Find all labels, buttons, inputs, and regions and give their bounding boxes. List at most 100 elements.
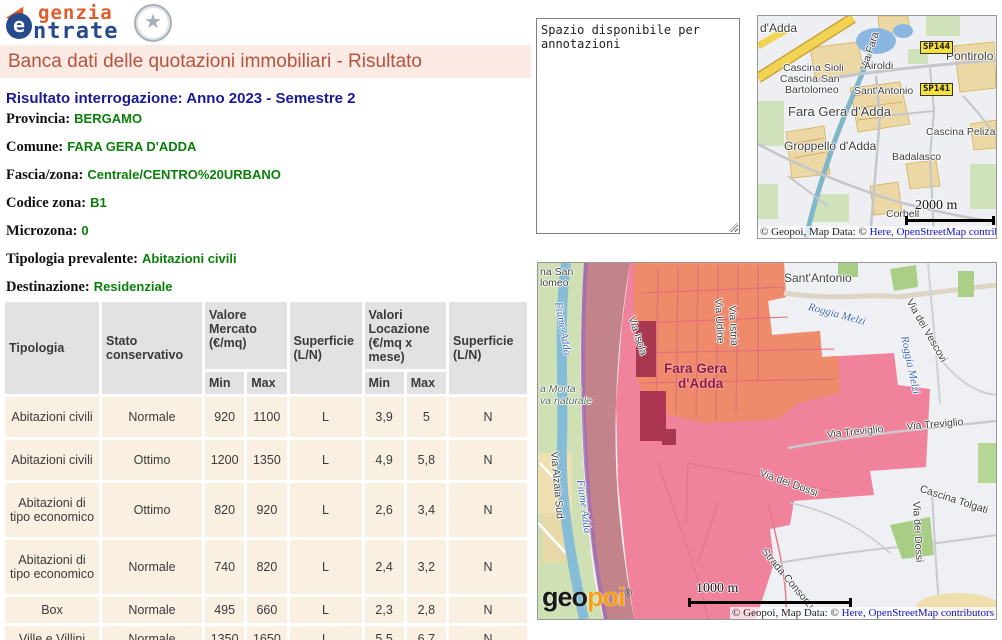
cell-stato: Normale xyxy=(102,540,202,594)
map-label: Fara Gera xyxy=(664,361,727,376)
here-link[interactable]: Here xyxy=(870,226,891,238)
map-label: Bartolomeo xyxy=(785,84,839,96)
map-attribution: © Geopoi, Map Data: © Here, OpenStreetMa… xyxy=(730,607,996,619)
cell-vm-max: 1650 xyxy=(247,626,286,640)
field-value: Centrale/CENTRO%20URBANO xyxy=(83,167,281,182)
cell-sup2: N xyxy=(449,540,527,594)
geopoi-logo: geopoi® xyxy=(542,582,631,613)
cell-sup1: L xyxy=(290,540,362,594)
table-row: Abitazioni civili Ottimo 1200 1350 L 4,9… xyxy=(5,440,527,480)
geopoi-logo-reg: ® xyxy=(625,588,631,599)
table-row: Abitazioni di tipo economico Ottimo 820 … xyxy=(5,483,527,537)
cell-vl-min: 3,9 xyxy=(365,397,404,437)
col-vm-min: Min xyxy=(205,372,244,394)
cell-vm-max: 820 xyxy=(247,540,286,594)
col-vl-min: Min xyxy=(365,372,404,394)
col-valore-mercato: Valore Mercato (€/mq) xyxy=(205,302,287,369)
cell-vl-min: 2,3 xyxy=(365,597,404,623)
cell-vm-min: 1200 xyxy=(205,440,244,480)
attribution-text: © Geopoi, Map Data: © xyxy=(760,226,870,238)
map-label: Sant'Antonio xyxy=(854,85,913,97)
table-row: Box Normale 495 660 L 2,3 2,8 N xyxy=(5,597,527,623)
zone-map[interactable]: na San lomeo Fiume Adda a Morta - va nat… xyxy=(537,262,997,620)
cell-tipologia: Abitazioni civili xyxy=(5,397,99,437)
col-valori-locazione: Valori Locazione (€/mq x mese) xyxy=(365,302,447,369)
cell-tipologia: Abitazioni di tipo economico xyxy=(5,483,99,537)
cell-vl-min: 4,9 xyxy=(365,440,404,480)
cell-vm-min: 495 xyxy=(205,597,244,623)
map-label: Sant'Antonio xyxy=(784,271,852,285)
cell-sup1: L xyxy=(290,597,362,623)
map-label: Via Istria xyxy=(726,305,740,346)
cell-sup1: L xyxy=(290,397,362,437)
map-label: Badalasco xyxy=(892,151,941,163)
osm-link[interactable]: OpenStreetMap contributors xyxy=(896,226,997,238)
road-badge-sp144: SP144 xyxy=(920,41,953,54)
col-vm-max: Max xyxy=(247,372,286,394)
table-header-row: Tipologia Stato conservativo Valore Merc… xyxy=(5,302,527,369)
field-label: Microzona: xyxy=(6,223,77,239)
cell-vl-max: 3,2 xyxy=(407,540,446,594)
col-superficie-2: Superficie (L/N) xyxy=(449,302,527,394)
col-stato-conservativo: Stato conservativo xyxy=(102,302,202,394)
map-label: Fara Gera d'Adda xyxy=(788,104,891,119)
result-heading: Risultato interrogazione: Anno 2023 - Se… xyxy=(6,90,356,107)
agenzia-entrate-logo: e genzia ntrate ★ xyxy=(6,3,206,43)
quotations-table: Tipologia Stato conservativo Valore Merc… xyxy=(2,299,530,640)
cell-vm-max: 1100 xyxy=(247,397,286,437)
page: e genzia ntrate ★ Banca dati delle quota… xyxy=(0,0,1002,640)
cell-tipologia: Box xyxy=(5,597,99,623)
field-value: B1 xyxy=(86,195,107,210)
cell-sup2: N xyxy=(449,440,527,480)
cell-vm-max: 920 xyxy=(247,483,286,537)
field-label: Codice zona: xyxy=(6,195,86,211)
attribution-text: © Geopoi, Map Data: © xyxy=(732,607,842,619)
cell-tipologia: Abitazioni di tipo economico xyxy=(5,540,99,594)
cell-vm-min: 920 xyxy=(205,397,244,437)
field-value: Abitazioni civili xyxy=(138,251,237,266)
here-link[interactable]: Here xyxy=(842,607,863,619)
map-label: lomeo xyxy=(540,277,569,289)
table-row: Ville e Villini Normale 1350 1650 L 5,5 … xyxy=(5,626,527,640)
scale-bar xyxy=(905,216,995,225)
cell-sup2: N xyxy=(449,626,527,640)
field-value: Residenziale xyxy=(90,279,173,294)
cell-stato: Normale xyxy=(102,397,202,437)
field-label: Destinazione: xyxy=(6,279,90,295)
field-value: 0 xyxy=(77,223,88,238)
map-label: va naturale xyxy=(540,395,592,407)
osm-link[interactable]: OpenStreetMap contributors xyxy=(868,607,994,619)
cell-vl-max: 2,8 xyxy=(407,597,446,623)
table-row: Abitazioni civili Normale 920 1100 L 3,9… xyxy=(5,397,527,437)
result-fields: Provincia:BERGAMO Comune:FARA GERA D'ADD… xyxy=(6,110,526,306)
overview-map[interactable]: d'Adda Cascina Sioli Cascina San Bartolo… xyxy=(757,15,997,239)
field-fascia-zona: Fascia/zona:Centrale/CENTRO%20URBANO xyxy=(6,166,526,194)
geopoi-logo-poi: poi xyxy=(587,582,625,612)
cell-vm-max: 660 xyxy=(247,597,286,623)
cell-vl-min: 5,5 xyxy=(365,626,404,640)
cell-vm-min: 820 xyxy=(205,483,244,537)
map-label: Airoldi xyxy=(864,60,893,72)
annotations-textarea[interactable]: Spazio disponibile per annotazioni xyxy=(536,18,740,234)
map-label: Via Udine xyxy=(712,298,726,344)
col-tipologia: Tipologia xyxy=(5,302,99,394)
cell-vl-min: 2,4 xyxy=(365,540,404,594)
map-label: Cascina Peliza xyxy=(926,126,995,138)
logo-e-shape: e xyxy=(6,13,32,39)
scale-label: 2000 m xyxy=(915,198,957,214)
map-label: a Morta - xyxy=(540,383,582,395)
cell-vm-min: 1350 xyxy=(205,626,244,640)
field-comune: Comune:FARA GERA D'ADDA xyxy=(6,138,526,166)
field-label: Fascia/zona: xyxy=(6,167,83,183)
cell-sup1: L xyxy=(290,626,362,640)
cell-sup2: N xyxy=(449,483,527,537)
logo-word-ntrate: ntrate xyxy=(33,19,118,44)
col-superficie-1: Superficie (L/N) xyxy=(290,302,362,394)
map-label: Pontirolo xyxy=(946,49,993,63)
scale-bar xyxy=(688,598,852,607)
table-row: Abitazioni di tipo economico Normale 740… xyxy=(5,540,527,594)
col-vl-max: Max xyxy=(407,372,446,394)
map-attribution: © Geopoi, Map Data: © Here, OpenStreetMa… xyxy=(758,226,997,238)
cell-vl-max: 3,4 xyxy=(407,483,446,537)
field-label: Provincia: xyxy=(6,111,70,127)
